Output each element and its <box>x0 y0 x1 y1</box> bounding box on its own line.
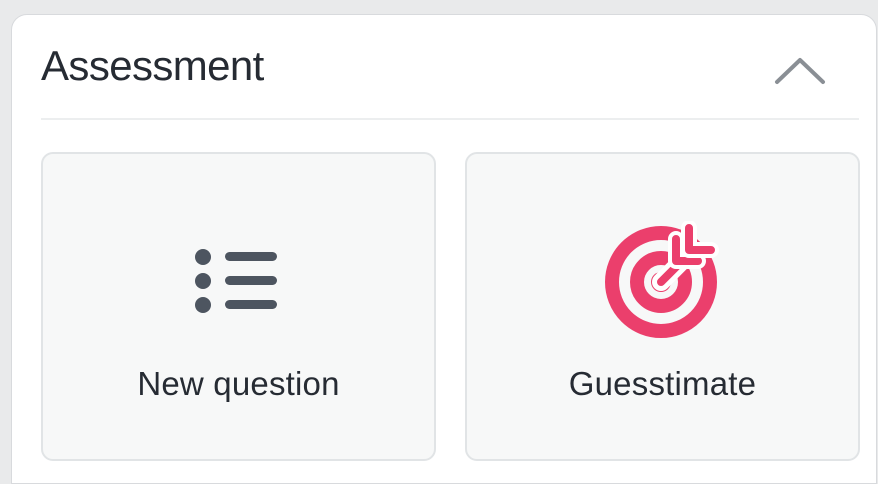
list-icon <box>179 221 299 341</box>
panel-header: Assessment <box>41 42 859 98</box>
assessment-panel: Assessment New question Guesstimate <box>11 14 877 484</box>
guesstimate-card[interactable]: Guesstimate <box>465 152 860 461</box>
target-icon <box>603 221 723 341</box>
guesstimate-label: Guesstimate <box>568 365 757 402</box>
new-question-card[interactable]: New question <box>41 152 436 461</box>
chevron-up-icon <box>775 58 825 84</box>
new-question-label: New question <box>137 365 340 402</box>
collapse-button[interactable] <box>771 56 829 86</box>
panel-title: Assessment <box>41 42 264 89</box>
header-divider <box>41 118 859 120</box>
